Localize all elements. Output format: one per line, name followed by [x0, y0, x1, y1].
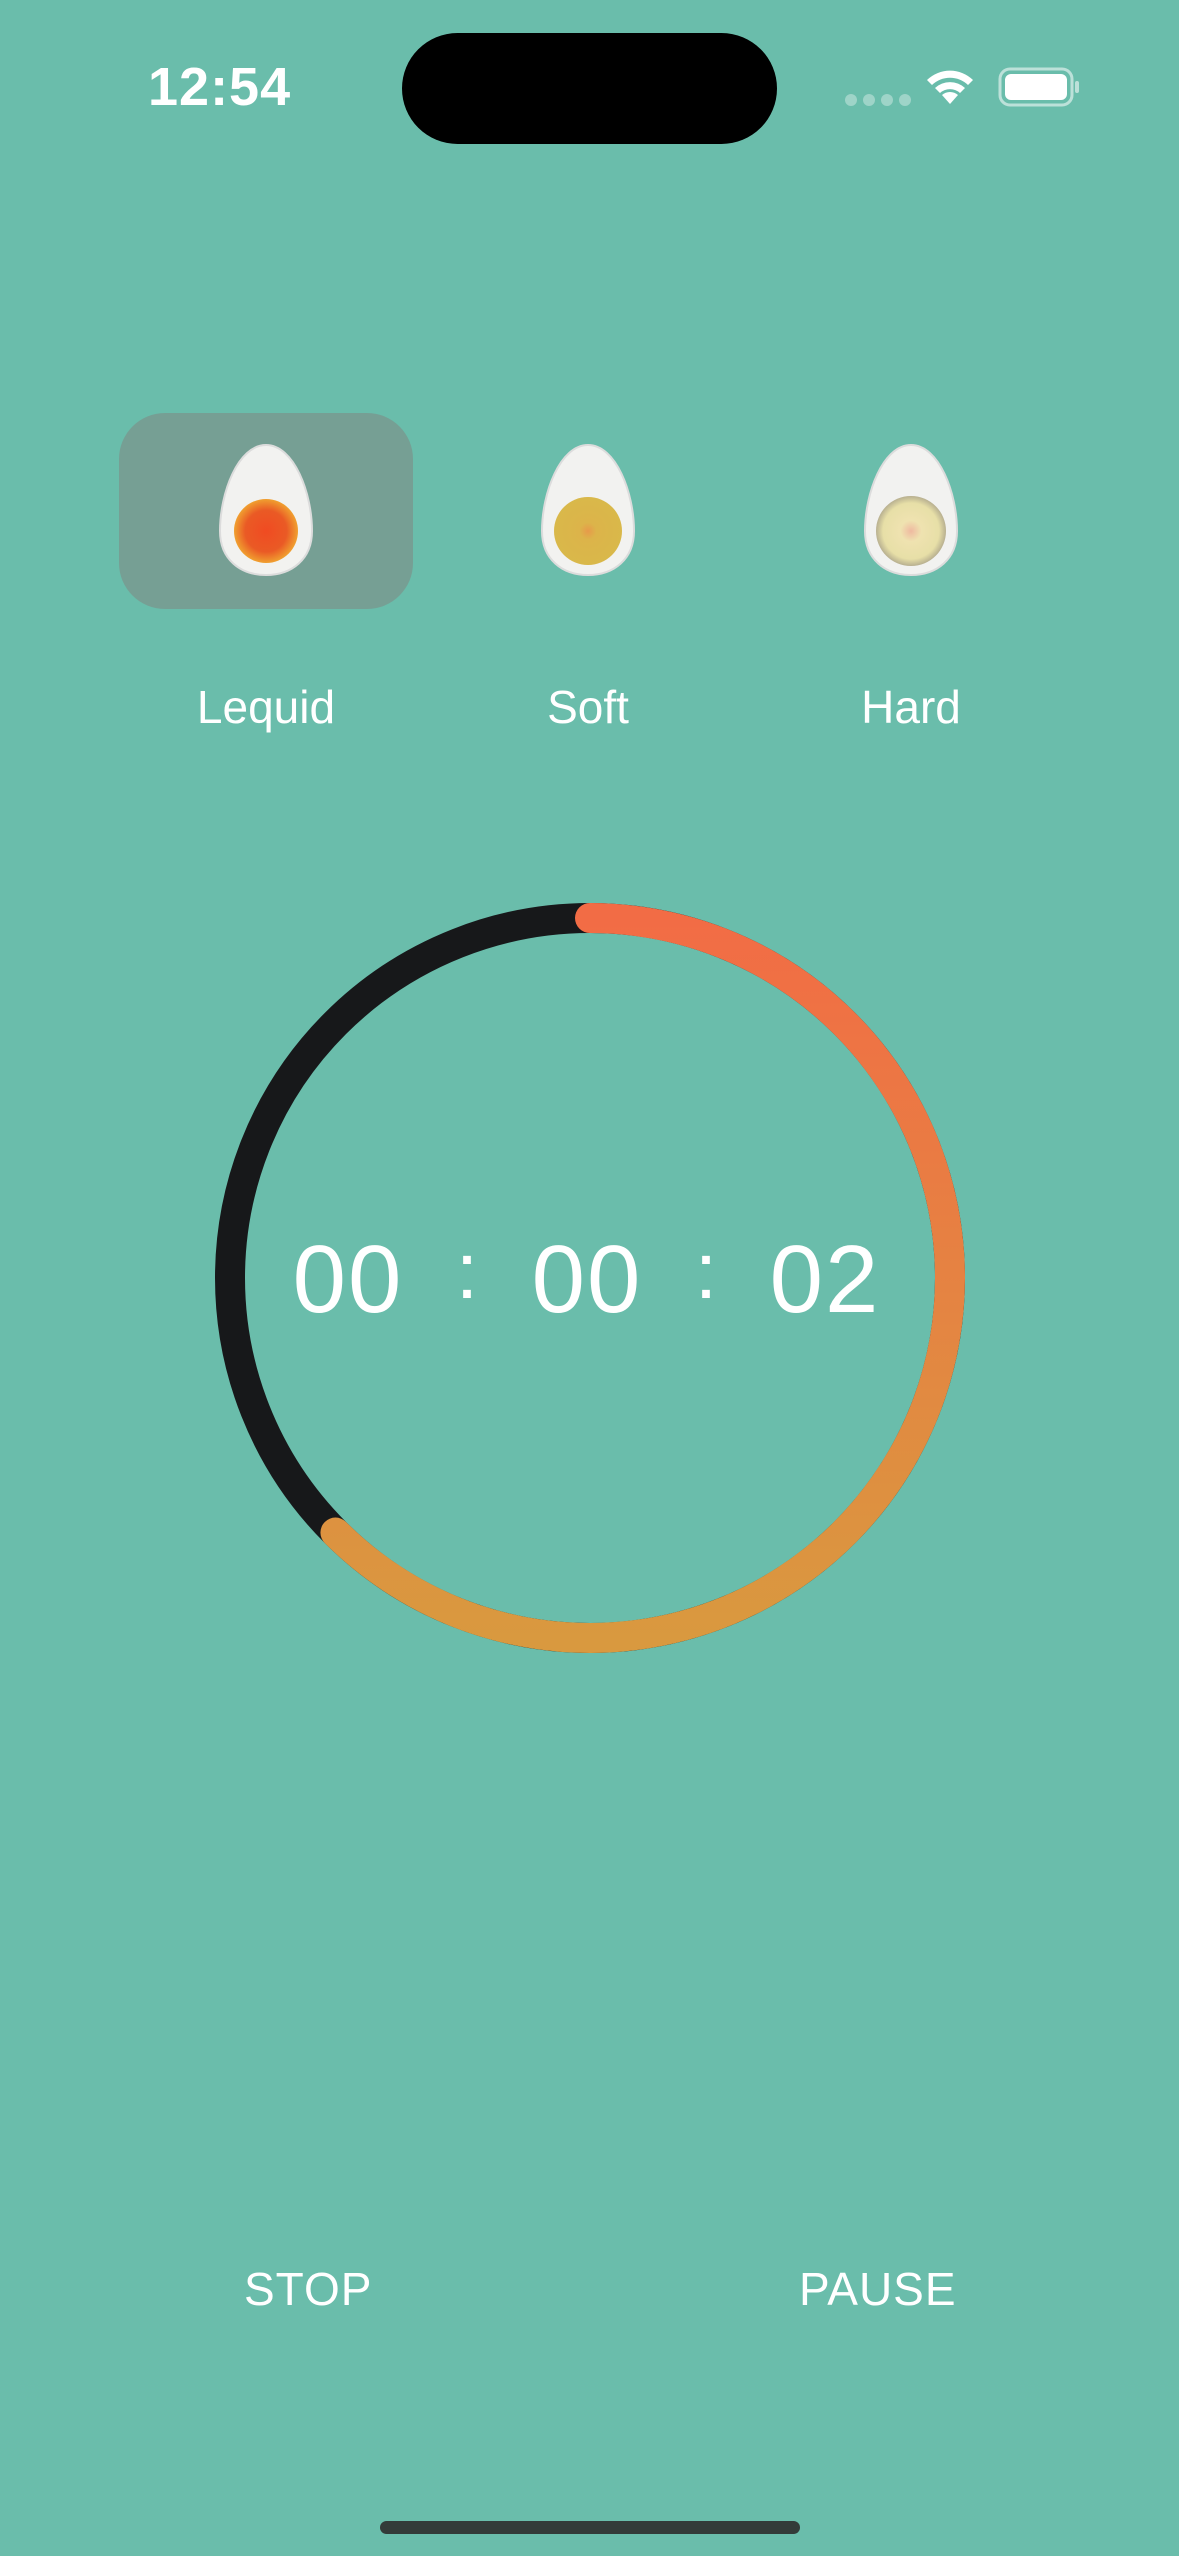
- home-indicator[interactable]: [380, 2521, 800, 2534]
- pause-button[interactable]: PAUSE: [799, 2262, 957, 2316]
- timer-seconds: 02: [769, 1226, 881, 1333]
- timer-separator-1: :: [455, 1226, 479, 1315]
- stop-button[interactable]: STOP: [244, 2262, 372, 2316]
- timer-progress-ring: [215, 903, 965, 1653]
- timer-separator-2: :: [694, 1226, 718, 1315]
- timer-hours: 00: [292, 1226, 404, 1333]
- timer-minutes: 00: [531, 1226, 643, 1333]
